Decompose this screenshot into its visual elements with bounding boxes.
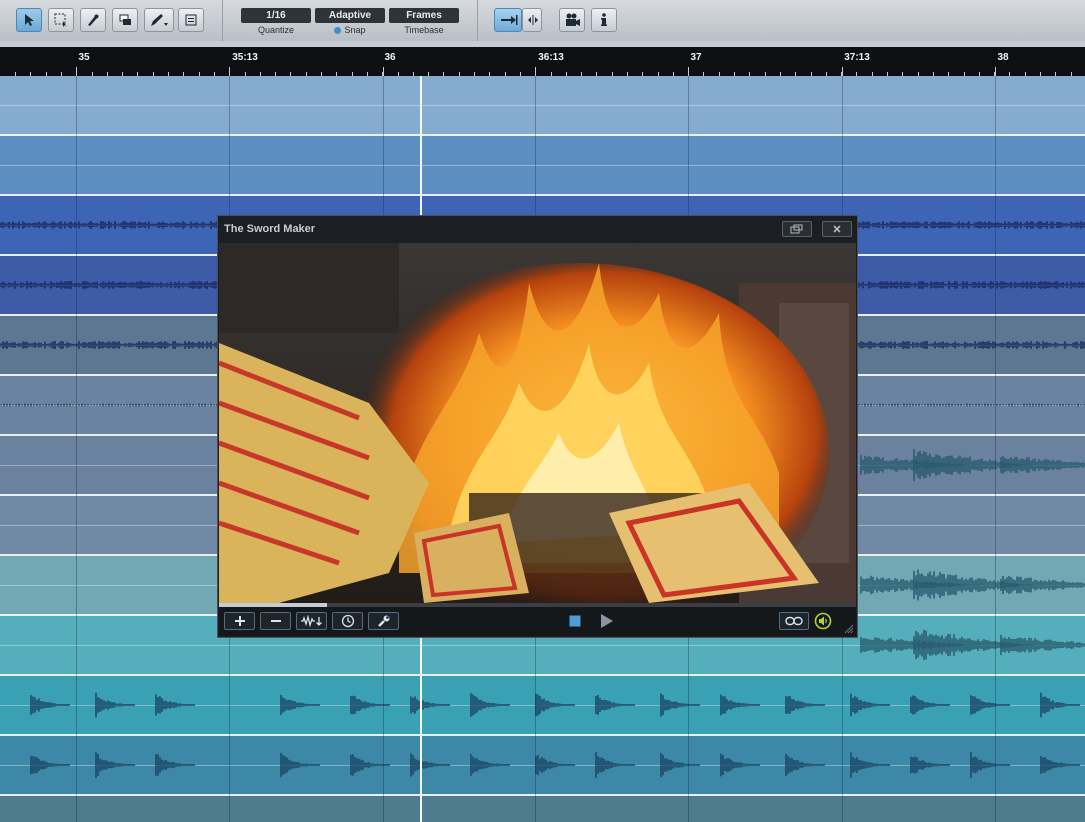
eraser-icon bbox=[119, 14, 131, 25]
fit-width-icon bbox=[528, 15, 538, 25]
resize-grip-icon[interactable] bbox=[844, 624, 854, 634]
ruler-label: 38 bbox=[997, 52, 1009, 63]
track-lane[interactable] bbox=[0, 676, 1085, 736]
ruler-major-tick bbox=[995, 67, 996, 76]
bar-gridline bbox=[995, 76, 996, 822]
tool-group bbox=[0, 0, 223, 41]
follow-arrow-icon bbox=[501, 15, 518, 25]
play-button[interactable] bbox=[599, 613, 615, 629]
link-video-button[interactable] bbox=[779, 612, 809, 630]
ruler-major-tick bbox=[383, 67, 384, 76]
waveform-icon bbox=[300, 615, 322, 627]
pencil-tool-button[interactable] bbox=[144, 8, 174, 32]
ruler-label: 37:13 bbox=[844, 52, 870, 63]
video-fire-image bbox=[219, 243, 856, 603]
ruler-major-tick bbox=[535, 67, 536, 76]
track-lane[interactable] bbox=[0, 136, 1085, 196]
main-toolbar: 1/16 Quantize Adaptive Snap Frames Timeb… bbox=[0, 0, 1085, 42]
wrench-icon bbox=[377, 615, 389, 627]
stop-icon bbox=[569, 615, 581, 627]
audio-waveform bbox=[0, 796, 1085, 822]
window-restore-icon bbox=[790, 224, 803, 234]
ruler-major-tick bbox=[688, 67, 689, 76]
ruler-label: 36 bbox=[384, 52, 396, 63]
ruler-label: 36:13 bbox=[538, 52, 564, 63]
minus-icon bbox=[270, 620, 281, 622]
video-frame[interactable] bbox=[219, 243, 856, 603]
zoom-fit-button[interactable] bbox=[522, 8, 542, 32]
video-player-window[interactable]: The Sword Maker bbox=[217, 215, 858, 638]
bar-gridline bbox=[76, 76, 77, 822]
follow-button[interactable] bbox=[494, 8, 522, 32]
track-lane[interactable] bbox=[0, 796, 1085, 822]
snap-value[interactable]: Adaptive bbox=[315, 8, 385, 23]
quantize-value[interactable]: 1/16 bbox=[241, 8, 311, 23]
close-icon bbox=[833, 225, 841, 233]
video-sound-toggle[interactable] bbox=[814, 612, 832, 630]
video-player-button[interactable] bbox=[559, 8, 585, 32]
video-camera-icon bbox=[566, 13, 580, 26]
ruler-label: 37 bbox=[690, 52, 702, 63]
video-settings-button[interactable] bbox=[368, 612, 399, 630]
ruler-major-tick bbox=[76, 67, 77, 76]
time-offset-button[interactable] bbox=[332, 612, 363, 630]
snap-label: Snap bbox=[344, 25, 366, 35]
grid-settings-group: 1/16 Quantize Adaptive Snap Frames Timeb… bbox=[222, 0, 478, 41]
zoom-in-button[interactable] bbox=[224, 612, 255, 630]
mute-tool-icon bbox=[185, 14, 197, 26]
eraser-tool-button[interactable] bbox=[112, 8, 138, 32]
snap-field[interactable]: Adaptive Snap bbox=[315, 8, 385, 35]
track-lane[interactable] bbox=[0, 736, 1085, 796]
timebase-label: Timebase bbox=[404, 25, 444, 35]
track-lane[interactable] bbox=[0, 76, 1085, 136]
mute-tool-button[interactable] bbox=[178, 8, 204, 32]
clock-icon bbox=[341, 614, 354, 628]
speaker-icon bbox=[814, 612, 832, 630]
quantize-field[interactable]: 1/16 Quantize bbox=[241, 8, 311, 35]
range-select-icon bbox=[54, 13, 67, 27]
split-tool-button[interactable] bbox=[80, 8, 106, 32]
timebase-value[interactable]: Frames bbox=[389, 8, 459, 23]
quantize-label: Quantize bbox=[257, 25, 295, 35]
zoom-out-button[interactable] bbox=[260, 612, 291, 630]
video-close-button[interactable] bbox=[822, 221, 852, 237]
ruler-label: 35:13 bbox=[232, 52, 258, 63]
play-icon bbox=[601, 614, 613, 628]
link-icon bbox=[785, 616, 803, 626]
timebase-field[interactable]: Frames Timebase bbox=[389, 8, 459, 35]
stop-button[interactable] bbox=[568, 614, 582, 628]
timeline-ruler[interactable]: 35 35:13 36 36:13 37 37:13 38 bbox=[0, 47, 1085, 76]
split-tool-icon bbox=[88, 14, 99, 26]
snap-indicator-icon[interactable] bbox=[334, 27, 342, 34]
range-tool-button[interactable] bbox=[48, 8, 74, 32]
audio-waveform bbox=[30, 692, 1080, 718]
audio-waveform bbox=[30, 752, 1080, 778]
arrow-cursor-icon bbox=[25, 14, 34, 26]
view-group bbox=[477, 0, 627, 41]
audio-offset-button[interactable] bbox=[296, 612, 327, 630]
plus-icon bbox=[234, 616, 245, 626]
ruler-label: 35 bbox=[78, 52, 90, 63]
audio-waveform bbox=[0, 76, 1085, 134]
ruler-major-tick bbox=[229, 67, 230, 76]
info-icon bbox=[601, 13, 607, 26]
ruler-major-tick bbox=[842, 67, 843, 76]
arrow-tool-button[interactable] bbox=[16, 8, 42, 32]
info-button[interactable] bbox=[591, 8, 617, 32]
video-detach-button[interactable] bbox=[782, 221, 812, 237]
audio-waveform bbox=[0, 136, 1085, 194]
pencil-icon bbox=[151, 14, 168, 26]
video-control-bar bbox=[219, 607, 856, 636]
video-window-title: The Sword Maker bbox=[224, 223, 316, 235]
